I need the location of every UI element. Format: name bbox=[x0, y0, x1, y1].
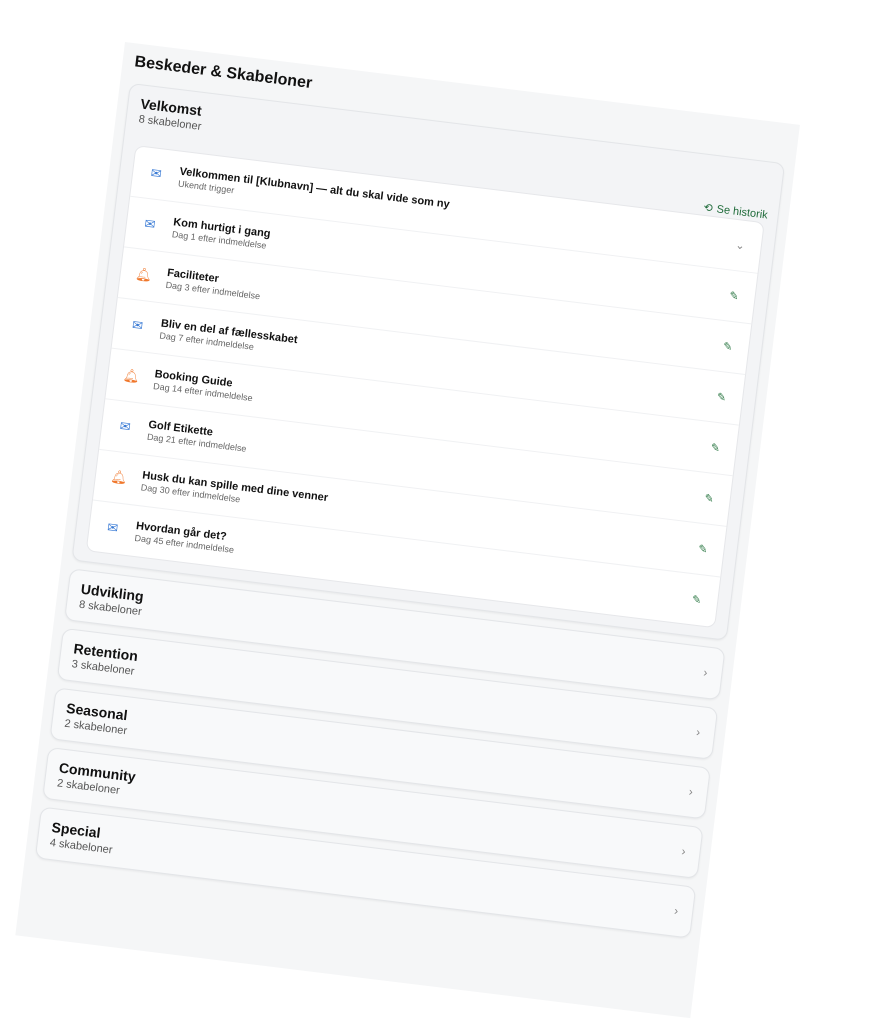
edit-icon[interactable]: ✎ bbox=[691, 593, 702, 607]
mail-icon: ✉ bbox=[149, 165, 163, 182]
mail-icon: ✉ bbox=[131, 317, 144, 334]
edit-icon[interactable]: ✎ bbox=[722, 340, 733, 354]
mail-icon: ✉ bbox=[118, 418, 132, 435]
template-list: ✉ Velkommen til [Klubnavn] — alt du skal… bbox=[85, 145, 765, 629]
messages-templates-panel: Beskeder & Skabeloner Velkomst 8 skabelo… bbox=[15, 42, 800, 1018]
edit-icon[interactable]: ✎ bbox=[704, 492, 715, 506]
chevron-down-icon[interactable]: ⌄ bbox=[735, 238, 746, 252]
edit-icon[interactable]: ✎ bbox=[710, 441, 721, 455]
history-icon: ⟲ bbox=[702, 201, 714, 215]
edit-icon[interactable]: ✎ bbox=[716, 390, 727, 404]
mail-icon: ✉ bbox=[106, 519, 120, 536]
bell-icon: 🔔︎ bbox=[134, 266, 153, 283]
bell-icon: 🔔︎ bbox=[122, 367, 141, 385]
mail-icon: ✉ bbox=[143, 215, 157, 233]
edit-icon[interactable]: ✎ bbox=[729, 289, 740, 303]
bell-icon: 🔔︎ bbox=[109, 468, 129, 486]
edit-icon[interactable]: ✎ bbox=[698, 542, 709, 556]
category-velkomst[interactable]: Velkomst 8 skabeloner ⟲ Se historik ✉ Ve… bbox=[71, 82, 786, 641]
